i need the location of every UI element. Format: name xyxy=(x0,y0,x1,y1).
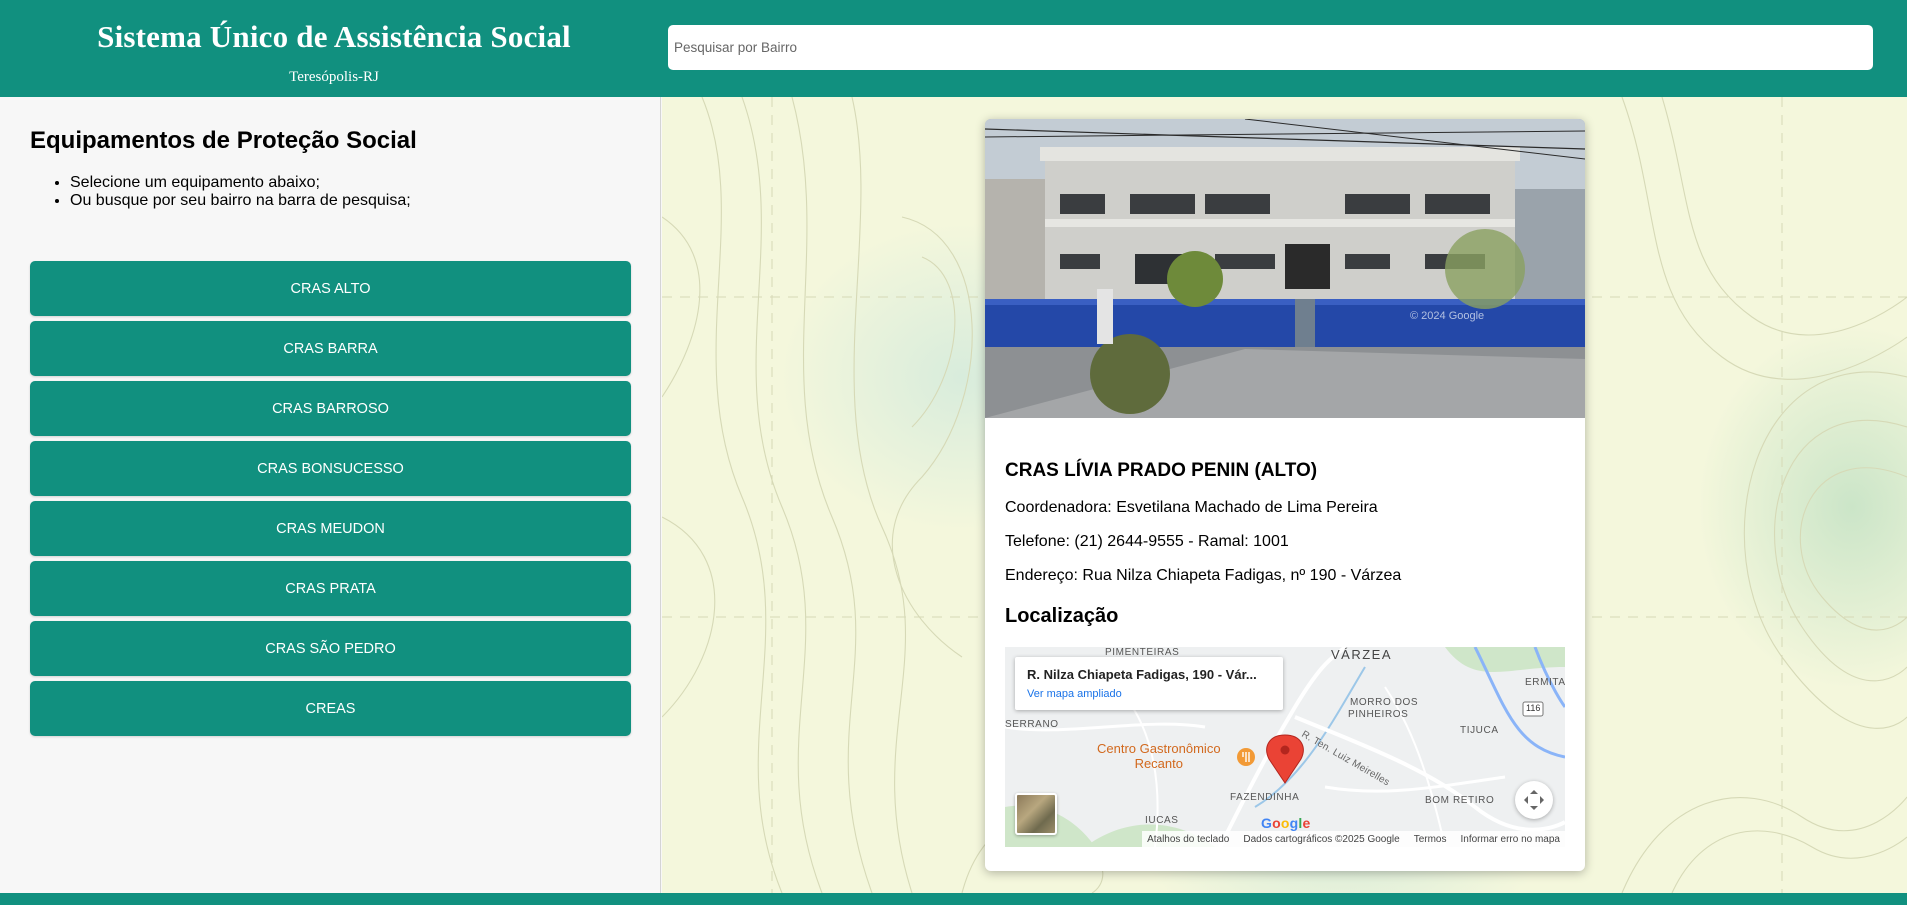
popup-address: R. Nilza Chiapeta Fadigas, 190 - Vár... xyxy=(1027,667,1257,682)
satellite-toggle-button[interactable] xyxy=(1015,793,1057,835)
instructions-list: Selecione um equipamento abaixo; Ou busq… xyxy=(70,174,411,210)
terms-link[interactable]: Termos xyxy=(1414,834,1447,845)
location-heading: Localização xyxy=(1005,605,1119,627)
map-label-morro: MORRO DOS xyxy=(1350,697,1419,708)
cras-prata-button[interactable]: CRAS PRATA xyxy=(30,561,631,616)
cras-barra-button[interactable]: CRAS BARRA xyxy=(30,321,631,376)
cras-sao-pedro-button[interactable]: CRAS SÃO PEDRO xyxy=(30,621,631,676)
photo-watermark: © 2024 Google xyxy=(1410,310,1484,322)
map-label-fazendinha: FAZENDINHA xyxy=(1230,792,1300,803)
footer-bar xyxy=(0,893,1907,905)
embedded-google-map[interactable]: PIMENTEIRAS VÁRZEA ERMITA 116 MORRO DOS … xyxy=(1005,647,1565,847)
equipment-info-card: © 2024 Google CRAS LÍVIA PRADO PENIN (AL… xyxy=(985,119,1585,871)
map-info-popup: R. Nilza Chiapeta Fadigas, 190 - Vár... … xyxy=(1015,657,1283,710)
map-attribution: Atalhos do teclado Dados cartográficos ©… xyxy=(1142,831,1565,847)
sidebar-title: Equipamentos de Proteção Social xyxy=(30,127,417,154)
address-text: Endereço: Rua Nilza Chiapeta Fadigas, nº… xyxy=(1005,567,1402,584)
map-label-iucas: IUCAS xyxy=(1145,815,1179,826)
poi-name-line1: Centro Gastronômico xyxy=(1097,741,1221,756)
map-poi-restaurant[interactable]: Centro Gastronômico Recanto xyxy=(1097,741,1221,771)
map-data-text: Dados cartográficos ©2025 Google xyxy=(1243,833,1400,845)
map-label-serrano: SERRANO xyxy=(1005,719,1059,730)
top-header: Sistema Único de Assistência Social Tere… xyxy=(0,0,1907,97)
fullscreen-icon xyxy=(1524,790,1544,810)
building-photo: © 2024 Google xyxy=(985,119,1585,418)
coordinator-text: Coordenadora: Esvetilana Machado de Lima… xyxy=(1005,499,1378,516)
cras-bonsucesso-button[interactable]: CRAS BONSUCESSO xyxy=(30,441,631,496)
map-label-bom-retiro: BOM RETIRO xyxy=(1425,795,1495,806)
map-label-ermita: ERMITA xyxy=(1525,677,1565,688)
keyboard-shortcuts-link[interactable]: Atalhos do teclado xyxy=(1147,834,1229,845)
map-route-number: 116 xyxy=(1526,703,1541,713)
site-subtitle: Teresópolis-RJ xyxy=(289,69,379,85)
poi-name-line2: Recanto xyxy=(1134,756,1183,771)
fullscreen-button[interactable] xyxy=(1515,781,1553,819)
sidebar: Equipamentos de Proteção Social Selecion… xyxy=(0,97,661,893)
cras-alto-button[interactable]: CRAS ALTO xyxy=(30,261,631,316)
creas-button[interactable]: CREAS xyxy=(30,681,631,736)
instruction-item: Ou busque por seu bairro na barra de pes… xyxy=(70,192,411,210)
view-larger-map-link[interactable]: Ver mapa ampliado xyxy=(1027,688,1271,700)
google-logo: Google xyxy=(1261,815,1311,831)
restaurant-pin-icon[interactable] xyxy=(1237,748,1255,766)
phone-text: Telefone: (21) 2644-9555 - Ramal: 1001 xyxy=(1005,533,1289,550)
map-label-tijuca: TIJUCA xyxy=(1460,725,1499,736)
cras-meudon-button[interactable]: CRAS MEUDON xyxy=(30,501,631,556)
instruction-item: Selecione um equipamento abaixo; xyxy=(70,174,411,192)
map-label-varzea: VÁRZEA xyxy=(1331,647,1393,662)
location-marker-icon[interactable] xyxy=(1266,734,1304,784)
equipment-name: CRAS LÍVIA PRADO PENIN (ALTO) xyxy=(1005,460,1318,481)
site-title: Sistema Único de Assistência Social xyxy=(97,19,571,54)
cras-barroso-button[interactable]: CRAS BARROSO xyxy=(30,381,631,436)
neighborhood-search-input[interactable] xyxy=(668,25,1873,70)
report-error-link[interactable]: Informar erro no mapa xyxy=(1461,834,1561,845)
brand: Sistema Único de Assistência Social Tere… xyxy=(0,0,668,97)
map-label-pinheiros: PINHEIROS xyxy=(1348,709,1409,720)
